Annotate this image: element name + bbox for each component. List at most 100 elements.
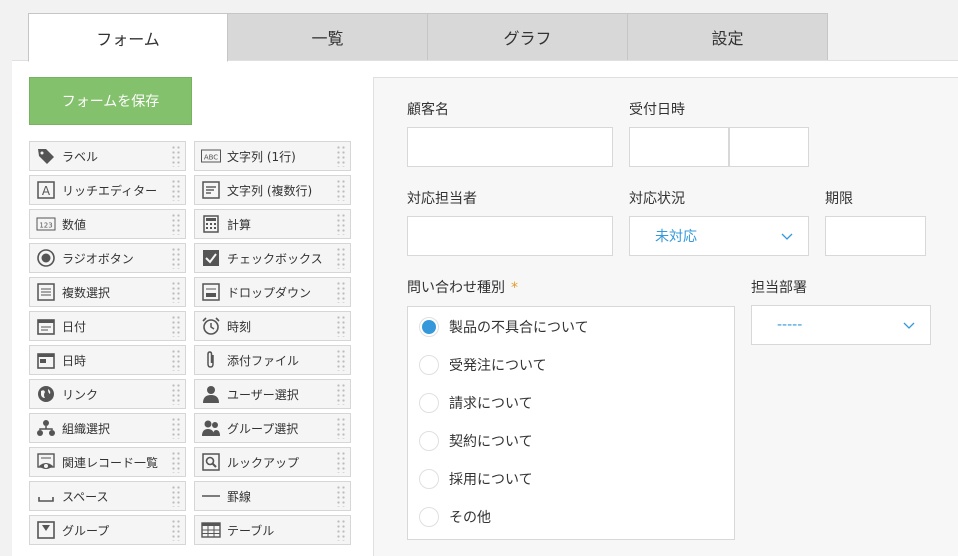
received-time-field[interactable] [729,127,809,167]
drag-handle-icon[interactable] [171,519,181,541]
status-label: 対応状況 [629,191,685,207]
svg-text:ABC: ABC [204,154,218,162]
radio-option[interactable]: その他 [419,507,491,527]
drag-handle-icon[interactable] [171,315,181,337]
drag-handle-icon[interactable] [336,519,346,541]
palette-item-label: 複数選択 [62,285,111,300]
palette-item-checkbox[interactable]: チェックボックス [194,243,351,273]
drag-handle-icon[interactable] [171,451,181,473]
drag-handle-icon[interactable] [171,349,181,371]
drag-handle-icon[interactable] [171,417,181,439]
drag-handle-icon[interactable] [171,383,181,405]
palette-item-label: 組織選択 [62,421,111,436]
palette-item-datetime[interactable]: 日時 [29,345,186,375]
radio-button[interactable] [419,431,439,451]
radio-option-label: 採用について [449,472,533,488]
drag-handle-icon[interactable] [171,213,181,235]
palette-item-radio[interactable]: ラジオボタン [29,243,186,273]
table-icon [201,520,221,540]
radio-button[interactable] [419,355,439,375]
drag-handle-icon[interactable] [171,145,181,167]
radio-option[interactable]: 採用について [419,469,533,489]
palette-item-calculator[interactable]: 計算 [194,209,351,239]
tab-form[interactable]: フォーム [28,13,228,62]
drag-handle-icon[interactable] [171,485,181,507]
globe-icon [36,384,56,404]
received-datetime-label: 受付日時 [629,102,685,118]
space-icon [36,486,56,506]
drag-handle-icon[interactable] [336,451,346,473]
deadline-field[interactable] [825,216,926,256]
drag-handle-icon[interactable] [336,247,346,269]
palette-item-globe[interactable]: リンク [29,379,186,409]
drag-handle-icon[interactable] [336,349,346,371]
palette-item-clock[interactable]: 時刻 [194,311,351,341]
palette-item-paperclip[interactable]: 添付ファイル [194,345,351,375]
palette-item-label: 日付 [62,319,87,334]
received-date-field[interactable] [629,127,729,167]
tab-list[interactable]: 一覧 [228,13,428,61]
palette-item-lookup[interactable]: ルックアップ [194,447,351,477]
radio-option-label: 受発注について [449,358,547,374]
radio-button[interactable] [419,507,439,527]
drag-handle-icon[interactable] [171,179,181,201]
radio-button[interactable] [419,469,439,489]
drag-handle-icon[interactable] [336,417,346,439]
chevron-down-icon [903,322,915,329]
palette-item-rich-editor[interactable]: A リッチエディター [29,175,186,205]
status-select[interactable]: 未対応 [629,216,809,256]
drag-handle-icon[interactable] [336,179,346,201]
tab-graph[interactable]: グラフ [428,13,628,61]
palette-item-org[interactable]: 組織選択 [29,413,186,443]
inquiry-type-label: 問い合わせ種別 * [407,280,518,296]
tab-settings[interactable]: 設定 [628,13,828,61]
customer-name-field[interactable] [407,127,613,167]
palette-item-related-records[interactable]: 関連レコード一覧 [29,447,186,477]
save-form-button[interactable]: フォームを保存 [29,77,192,125]
dropdown-icon [201,282,221,302]
chevron-down-icon [781,233,793,240]
status-select-value: 未対応 [655,229,697,245]
palette-item-space[interactable]: スペース [29,481,186,511]
drag-handle-icon[interactable] [336,145,346,167]
required-mark: * [511,280,518,296]
radio-option[interactable]: 製品の不具合について [419,317,589,337]
radio-option[interactable]: 契約について [419,431,533,451]
drag-handle-icon[interactable] [336,315,346,337]
svg-text:A: A [42,184,51,198]
multiline-text-icon [201,180,221,200]
users-icon [201,418,221,438]
palette-item-multi-select[interactable]: 複数選択 [29,277,186,307]
customer-name-label: 顧客名 [407,102,449,118]
palette-item-user[interactable]: ユーザー選択 [194,379,351,409]
palette-item-line[interactable]: 罫線 [194,481,351,511]
palette-item-multiline-text[interactable]: 文字列 (複数行) [194,175,351,205]
palette-item-dropdown[interactable]: ドロップダウン [194,277,351,307]
radio-button[interactable] [419,317,439,337]
palette-item-text-abc[interactable]: ABC 文字列 (1行) [194,141,351,171]
radio-button[interactable] [419,393,439,413]
drag-handle-icon[interactable] [336,383,346,405]
palette-item-label: 計算 [227,217,252,232]
department-select[interactable]: ----- [751,305,931,345]
radio-option[interactable]: 受発注について [419,355,547,375]
palette-item-group-field[interactable]: グループ [29,515,186,545]
radio-option[interactable]: 請求について [419,393,533,413]
palette-item-users[interactable]: グループ選択 [194,413,351,443]
org-icon [36,418,56,438]
palette-item-number[interactable]: 123 数値 [29,209,186,239]
calendar-icon [36,316,56,336]
drag-handle-icon[interactable] [336,485,346,507]
drag-handle-icon[interactable] [336,281,346,303]
department-label: 担当部署 [751,280,807,296]
drag-handle-icon[interactable] [171,247,181,269]
palette-item-tag[interactable]: ラベル [29,141,186,171]
related-records-icon [36,452,56,472]
assignee-field[interactable] [407,216,613,256]
drag-handle-icon[interactable] [336,213,346,235]
checkbox-icon [201,248,221,268]
palette-item-table[interactable]: テーブル [194,515,351,545]
palette-item-calendar[interactable]: 日付 [29,311,186,341]
palette-item-label: ラジオボタン [62,251,134,266]
drag-handle-icon[interactable] [171,281,181,303]
